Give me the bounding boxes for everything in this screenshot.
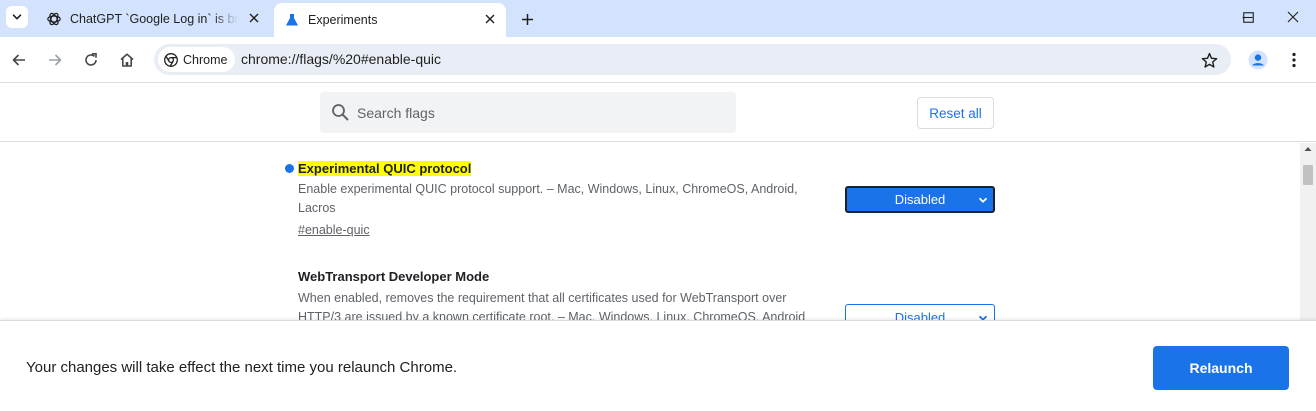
reload-button[interactable] (79, 48, 103, 72)
tab-experiments[interactable]: Experiments (274, 3, 506, 37)
relaunch-bar: Your changes will take effect the next t… (0, 320, 1316, 411)
search-flags-input[interactable] (357, 92, 727, 133)
flag-name: Experimental QUIC protocol (298, 161, 472, 176)
search-icon (331, 103, 350, 122)
new-tab-button[interactable] (516, 8, 538, 30)
arrow-right-icon (47, 52, 63, 68)
relaunch-message: Your changes will take effect the next t… (26, 359, 458, 376)
relaunch-button[interactable]: Relaunch (1153, 346, 1289, 390)
reload-icon (83, 52, 99, 68)
maximize-icon (1242, 11, 1254, 23)
close-icon (1287, 11, 1299, 23)
tab-title: Experiments (308, 13, 378, 27)
flags-header: Reset all (0, 84, 1316, 142)
flag-permalink[interactable]: #enable-quic (298, 223, 370, 237)
flag-description: Enable experimental QUIC protocol suppor… (298, 182, 798, 215)
chip-label: Chrome (183, 52, 228, 67)
more-vert-icon (1292, 52, 1296, 68)
scrollbar-thumb[interactable] (1303, 165, 1313, 185)
home-button[interactable] (115, 48, 139, 72)
plus-icon (521, 13, 534, 26)
browser-toolbar: Chrome chrome://flags/%20#enable-quic (0, 37, 1316, 83)
tab-strip: ChatGPT `Google Log in` is bro Experimen… (0, 0, 1316, 37)
flask-icon (284, 12, 300, 28)
close-window-button[interactable] (1270, 0, 1316, 34)
site-info-chip[interactable]: Chrome (158, 47, 236, 72)
tab-title: ChatGPT `Google Log in` is bro (70, 11, 238, 26)
scroll-up-arrow-icon[interactable] (1304, 145, 1312, 153)
page-scrollbar[interactable] (1300, 143, 1316, 320)
menu-button[interactable] (1282, 48, 1306, 72)
flag-state-select[interactable]: DefaultEnabledDisabled (845, 304, 995, 320)
url-text[interactable]: chrome://flags/%20#enable-quic (241, 51, 441, 67)
arrow-left-icon (11, 52, 27, 68)
tab-chatgpt[interactable]: ChatGPT `Google Log in` is bro (36, 0, 270, 37)
profile-button[interactable] (1246, 48, 1270, 72)
chevron-down-icon (12, 12, 22, 22)
flag-name: WebTransport Developer Mode (298, 269, 490, 284)
reset-all-button[interactable]: Reset all (917, 97, 994, 129)
close-tab-button[interactable] (482, 11, 498, 27)
flag-state-select[interactable]: DefaultEnabledDisabled (845, 186, 995, 213)
close-icon (249, 13, 259, 23)
chrome-icon (164, 52, 178, 67)
forward-button[interactable] (43, 48, 67, 72)
avatar-icon (1248, 50, 1268, 70)
maximize-button-icon-host[interactable] (1225, 0, 1271, 34)
chatgpt-icon (46, 11, 62, 27)
search-flags-box[interactable] (320, 92, 736, 133)
address-bar[interactable]: Chrome chrome://flags/%20#enable-quic (154, 44, 1231, 75)
modified-indicator-dot (285, 164, 294, 173)
flags-list: Experimental QUIC protocol Enable experi… (0, 143, 1300, 320)
bookmark-button[interactable] (1199, 50, 1219, 70)
tab-search-button[interactable] (6, 6, 28, 28)
back-button[interactable] (7, 48, 31, 72)
flag-description: When enabled, removes the requirement th… (298, 291, 806, 320)
close-icon (485, 14, 495, 24)
home-icon (119, 52, 135, 68)
star-icon (1201, 52, 1217, 68)
close-tab-button[interactable] (246, 10, 262, 26)
